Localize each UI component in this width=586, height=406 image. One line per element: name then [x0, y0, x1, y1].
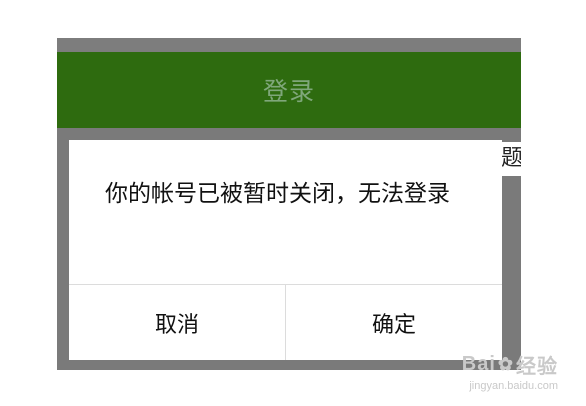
alert-dialog: 你的帐号已被暂时关闭，无法登录 取消 确定	[69, 140, 502, 360]
paw-icon: ✿	[497, 354, 514, 374]
dialog-message: 你的帐号已被暂时关闭，无法登录	[105, 181, 450, 207]
header-bar: 登录	[57, 52, 521, 128]
baidu-jingyan-watermark: Bai ✿ 经验 jingyan.baidu.com	[462, 350, 558, 392]
watermark-url: jingyan.baidu.com	[469, 380, 558, 392]
cancel-button[interactable]: 取消	[69, 285, 285, 360]
confirm-button[interactable]: 确定	[286, 285, 502, 360]
watermark-brand-right: 经验	[516, 356, 558, 378]
watermark-brand-left: Bai	[461, 353, 496, 375]
page-title: 登录	[262, 77, 315, 106]
partial-background-text: 题	[501, 142, 521, 176]
watermark-logo: Bai ✿ 经验	[462, 350, 558, 379]
